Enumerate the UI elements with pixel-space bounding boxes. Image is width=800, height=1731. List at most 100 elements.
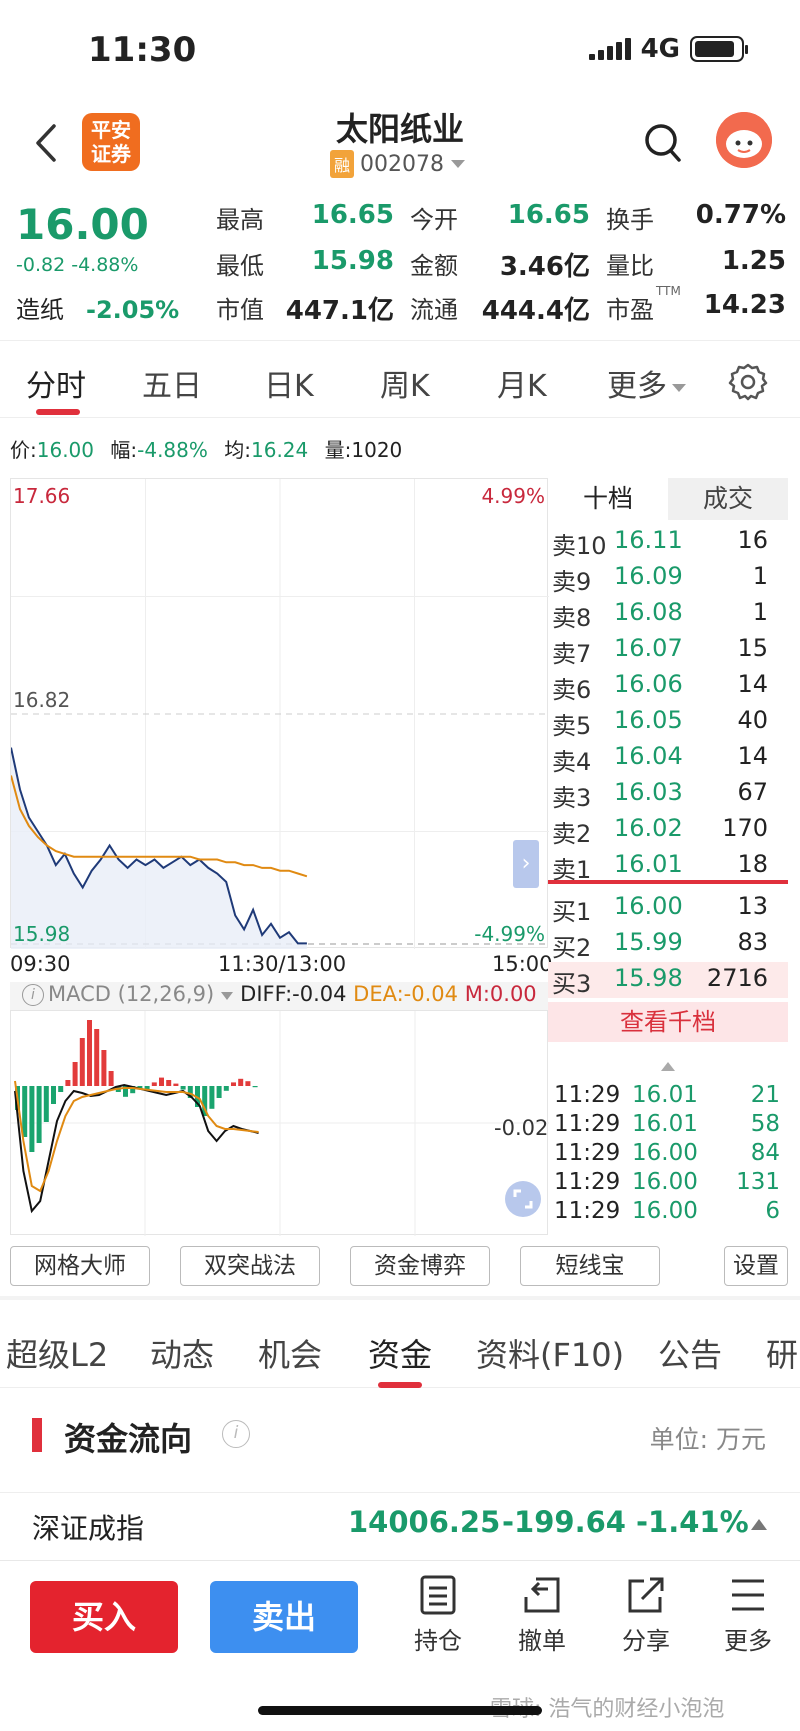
macd-m: M:0.00 [464,982,537,1006]
ask-row[interactable]: 卖1 16.01 18 [548,848,788,884]
info-price-label: 价: [10,438,37,462]
margin-badge: 融 [330,150,355,178]
index-row[interactable]: 深证成指 14006.25 -199.64 -1.41% [0,1492,800,1556]
ask-row[interactable]: 卖2 16.02 170 [548,812,788,848]
bid-row[interactable]: 买1 16.00 13 [548,890,788,926]
bid-ask-divider [548,880,788,884]
undo-icon [524,1577,560,1613]
capital-game-button[interactable]: 资金博弈 [350,1246,490,1286]
share-button[interactable]: 分享 [606,1575,686,1656]
order-label: 卖6 [552,676,592,704]
sell-button[interactable]: 卖出 [210,1581,358,1653]
ask-row[interactable]: 卖5 16.05 40 [548,704,788,740]
view-thousand-levels-button[interactable]: 查看千档 [548,1002,788,1042]
order-label: 买1 [552,898,592,926]
assistant-avatar-icon[interactable] [716,112,772,168]
order-vol: 13 [737,892,768,920]
macd-bar [180,1086,186,1090]
tab-announcements[interactable]: 公告 [658,1330,722,1376]
y-label-bottom: 15.98 [13,922,70,946]
macd-bar [72,1062,78,1086]
order-label: 买3 [552,970,592,998]
signal-icon [588,38,631,60]
info-icon[interactable]: i [22,984,44,1006]
expand-orderbook-icon[interactable]: › [513,840,539,888]
ask-row[interactable]: 卖8 16.08 1 [548,596,788,632]
tab-monthly-k[interactable]: 月K [497,361,547,405]
short-line-button[interactable]: 短线宝 [520,1246,660,1286]
search-icon[interactable] [642,118,684,168]
tab-research[interactable]: 研 [766,1330,798,1376]
ask-row[interactable]: 卖10 16.11 16 [548,524,788,560]
tab-ten-levels[interactable]: 十档 [548,478,668,520]
ask-row[interactable]: 卖4 16.04 14 [548,740,788,776]
tab-more[interactable]: 更多 [607,361,687,405]
macd-bar [159,1077,164,1086]
gear-icon[interactable] [728,361,768,401]
more-button[interactable]: 更多 [708,1575,788,1656]
tab-daily-k[interactable]: 日K [264,361,314,405]
y-label-mid: 16.82 [13,688,70,712]
ask-row[interactable]: 卖9 16.09 1 [548,560,788,596]
order-vol: 16 [737,526,768,554]
macd-bar [65,1080,71,1086]
chevron-up-icon[interactable] [660,1060,676,1072]
bid-row[interactable]: 买3 15.98 2716 [548,962,788,998]
tab-profile[interactable]: 资料(F10) [476,1330,624,1376]
intraday-chart[interactable]: 17.66 4.99% 16.82 15.98 -4.99% [10,478,549,949]
cancel-order-button[interactable]: 撤单 [502,1575,582,1656]
double-breakout-button[interactable]: 双突战法 [180,1246,320,1286]
section-tabs: 超级L2 动态 机会 资金 资料(F10) 公告 研 [0,1300,800,1388]
macd-bar [216,1086,222,1098]
macd-bar [108,1071,114,1086]
chevron-down-icon [221,992,234,1000]
active-section-indicator [378,1382,422,1388]
bottom-trade-bar: 买入 卖出 持仓 撤单 分享 更多 雪球: 浩气的财经小泡泡 [0,1560,800,1731]
macd-bar [166,1080,172,1086]
tab-news[interactable]: 动态 [150,1330,214,1376]
info-vol-label: 量: [324,438,352,462]
price-change-pct: -4.88% [71,254,139,276]
ask-row[interactable]: 卖7 16.07 15 [548,632,788,668]
positions-button[interactable]: 持仓 [398,1575,478,1656]
order-label: 卖5 [552,712,592,740]
tab-opportunity[interactable]: 机会 [258,1330,322,1376]
tab-capital[interactable]: 资金 [368,1330,432,1376]
order-vol: 2716 [706,964,768,992]
menu-icon [732,1579,764,1611]
grid-master-button[interactable]: 网格大师 [10,1246,150,1286]
stock-code-selector[interactable]: 融 002078 [330,150,466,178]
info-price: 16.00 [36,438,95,462]
tab-trades[interactable]: 成交 [668,478,788,520]
order-vol: 18 [737,850,768,878]
order-vol: 14 [737,742,768,770]
tab-intraday[interactable]: 分时 [26,361,86,405]
bid-row[interactable]: 买2 15.99 83 [548,926,788,962]
volume-ratio-label: 量比 [606,252,654,280]
positions-icon [420,1575,456,1615]
tab-weekly-k[interactable]: 周K [380,361,430,405]
cancel-order-label: 撤单 [518,1627,566,1655]
sector-change[interactable]: 造纸 -2.05% [16,290,179,325]
ask-row[interactable]: 卖3 16.03 67 [548,776,788,812]
settings-button[interactable]: 设置 [724,1246,788,1286]
order-label: 卖4 [552,748,592,776]
order-price: 15.98 [614,964,683,992]
tick-time: 11:29 [554,1082,621,1108]
tab-super-l2[interactable]: 超级L2 [6,1330,108,1376]
buy-button[interactable]: 买入 [30,1581,178,1653]
macd-header[interactable]: i MACD (12,26,9) DIFF:-0.04 DEA:-0.04 M:0.… [10,982,548,1010]
macd-bar [94,1029,100,1086]
order-price: 16.11 [614,526,683,554]
macd-chart[interactable] [10,1010,549,1236]
macd-bar [29,1086,35,1152]
home-indicator[interactable] [258,1706,542,1715]
ask-row[interactable]: 卖6 16.06 14 [548,668,788,704]
price-change-value: -0.82 [16,254,66,276]
section-marker [32,1418,42,1452]
pe-ratio-label: 市盈 [606,296,654,324]
order-price: 16.07 [614,634,683,662]
tab-five-day[interactable]: 五日 [142,361,202,405]
fullscreen-icon[interactable] [504,1180,542,1218]
info-icon[interactable]: i [222,1420,250,1448]
